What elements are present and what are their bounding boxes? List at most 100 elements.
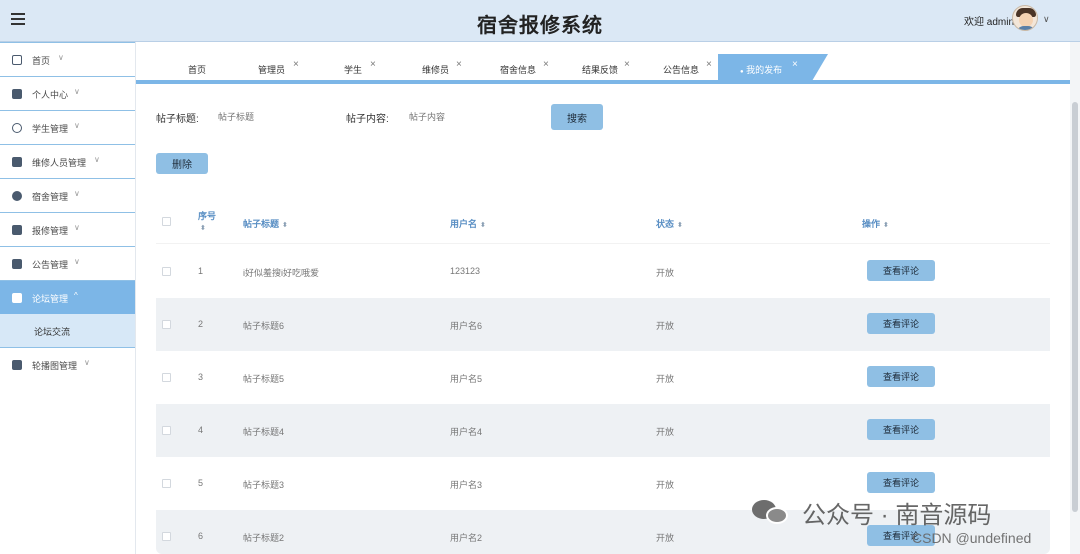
close-icon[interactable]: ×: [792, 59, 798, 70]
close-icon[interactable]: ×: [624, 59, 630, 70]
check-circle-icon: [12, 191, 22, 201]
cell-index: 1: [198, 266, 204, 276]
grid-icon: [12, 360, 22, 370]
cell-index: 6: [198, 531, 204, 541]
sidebar-item-label: 首页: [32, 56, 51, 66]
cell-title: 帖子标题6: [243, 321, 285, 331]
chevron-down-icon[interactable]: ∨: [1043, 14, 1050, 25]
view-comments-button[interactable]: 查看评论: [867, 366, 935, 387]
sidebar-item-repair-staff[interactable]: 维修人员管理 ∨: [0, 144, 135, 178]
row-checkbox[interactable]: [162, 320, 171, 329]
tab-baseline: [136, 80, 1070, 84]
chevron-down-icon: ∨: [94, 155, 100, 164]
sidebar-item-notices[interactable]: 公告管理 ∨: [0, 246, 135, 280]
column-header-username[interactable]: 用户名 ⬍: [450, 217, 486, 230]
user-icon: [12, 123, 22, 133]
row-checkbox[interactable]: [162, 479, 171, 488]
table-row: 4 帖子标题4 用户名4 开放 查看评论: [156, 404, 1050, 457]
cell-index: 4: [198, 425, 204, 435]
row-checkbox[interactable]: [162, 426, 171, 435]
tab-label: 学生: [344, 65, 363, 75]
book-icon: [12, 225, 22, 235]
tab-feedback[interactable]: 结果反馈 ×: [582, 59, 638, 81]
column-header-label: 操作: [862, 219, 881, 229]
active-dot-icon: ●: [740, 69, 744, 75]
close-icon[interactable]: ×: [456, 59, 462, 70]
wechat-icon: [752, 498, 792, 526]
view-comments-button[interactable]: 查看评论: [867, 472, 935, 493]
chevron-down-icon: ∨: [74, 223, 80, 232]
column-header-index[interactable]: 序号: [198, 209, 216, 222]
tab-students[interactable]: 学生 ×: [344, 59, 384, 81]
tab-label: 公告信息: [663, 65, 700, 75]
delete-button[interactable]: 删除: [156, 153, 208, 174]
cell-index: 5: [198, 478, 204, 488]
tab-label: 维修员: [422, 65, 450, 75]
view-comments-button[interactable]: 查看评论: [867, 419, 935, 440]
sort-icon: ⬍: [282, 222, 288, 229]
post-title-input[interactable]: [218, 107, 328, 127]
cell-title: i好似羞搜i好吃哦爱: [243, 268, 319, 278]
cell-username: 用户名3: [450, 480, 483, 490]
tab-label: 我的发布: [746, 65, 783, 75]
chevron-down-icon: ∨: [74, 257, 80, 266]
cell-status: 开放: [656, 268, 675, 278]
tab-notice-info[interactable]: 公告信息 ×: [663, 59, 719, 81]
page-scrollbar[interactable]: [1070, 42, 1080, 554]
post-title-label: 帖子标题:: [156, 114, 199, 125]
sort-icon: ⬍: [677, 222, 683, 229]
sidebar-item-profile[interactable]: 个人中心 ∨: [0, 76, 135, 110]
sidebar-item-label: 宿舍管理: [32, 192, 69, 202]
sidebar-item-carousel[interactable]: 轮播图管理 ∨: [0, 347, 135, 381]
sidebar-item-dorms[interactable]: 宿舍管理 ∨: [0, 178, 135, 212]
scrollbar-thumb[interactable]: [1072, 102, 1078, 512]
post-content-input[interactable]: [409, 107, 519, 127]
sidebar-item-students[interactable]: 学生管理 ∨: [0, 110, 135, 144]
table-row: 1 i好似羞搜i好吃哦爱 123123 开放 查看评论: [156, 245, 1050, 298]
select-all-checkbox[interactable]: [162, 217, 171, 226]
cell-title: 帖子标题5: [243, 374, 285, 384]
cell-username: 用户名2: [450, 533, 483, 543]
sidebar-item-repairs[interactable]: 报修管理 ∨: [0, 212, 135, 246]
home-icon: [12, 55, 22, 65]
sidebar-item-label: 轮播图管理: [32, 361, 78, 371]
column-header-status[interactable]: 状态 ⬍: [656, 217, 683, 230]
sidebar-item-home[interactable]: 首页 ∨: [0, 42, 135, 76]
top-header: 宿舍报修系统 欢迎 admin ∨: [0, 0, 1080, 42]
cell-status: 开放: [656, 480, 675, 490]
sidebar-subitem-forum-exchange[interactable]: 论坛交流: [0, 314, 135, 347]
row-checkbox[interactable]: [162, 532, 171, 541]
sidebar-item-label: 个人中心: [32, 90, 69, 100]
sort-icon[interactable]: ⬍: [200, 224, 206, 232]
close-icon[interactable]: ×: [293, 59, 299, 70]
column-header-action[interactable]: 操作 ⬍: [862, 217, 889, 230]
cell-title: 帖子标题2: [243, 533, 285, 543]
row-checkbox[interactable]: [162, 267, 171, 276]
close-icon[interactable]: ×: [706, 59, 712, 70]
view-comments-button[interactable]: 查看评论: [867, 313, 935, 334]
avatar[interactable]: [1012, 5, 1038, 31]
tab-admins[interactable]: 管理员 ×: [258, 59, 308, 81]
welcome-text[interactable]: 欢迎 admin: [964, 13, 1014, 28]
close-icon[interactable]: ×: [543, 59, 549, 70]
csdn-watermark: CSDN @undefined: [912, 530, 1032, 546]
sidebar-item-forum[interactable]: 论坛管理 ^: [0, 280, 135, 314]
sidebar-item-label: 公告管理: [32, 260, 69, 270]
search-button[interactable]: 搜索: [551, 104, 603, 130]
close-icon[interactable]: ×: [370, 59, 376, 70]
tab-home[interactable]: 首页: [188, 59, 228, 81]
row-checkbox[interactable]: [162, 373, 171, 382]
tab-label: 宿舍信息: [500, 65, 537, 75]
cell-username: 123123: [450, 266, 481, 276]
cell-status: 开放: [656, 427, 675, 437]
column-header-title[interactable]: 帖子标题 ⬍: [243, 217, 288, 230]
cell-title: 帖子标题4: [243, 427, 285, 437]
table-row: 2 帖子标题6 用户名6 开放 查看评论: [156, 298, 1050, 351]
tab-my-posts[interactable]: ● 我的发布 ×: [718, 54, 828, 81]
tab-dorm-info[interactable]: 宿舍信息 ×: [500, 59, 556, 81]
tab-repairers[interactable]: 维修员 ×: [422, 59, 468, 81]
view-comments-button[interactable]: 查看评论: [867, 260, 935, 281]
table-row: 3 帖子标题5 用户名5 开放 查看评论: [156, 351, 1050, 404]
cell-index: 2: [198, 319, 204, 329]
cell-status: 开放: [656, 321, 675, 331]
